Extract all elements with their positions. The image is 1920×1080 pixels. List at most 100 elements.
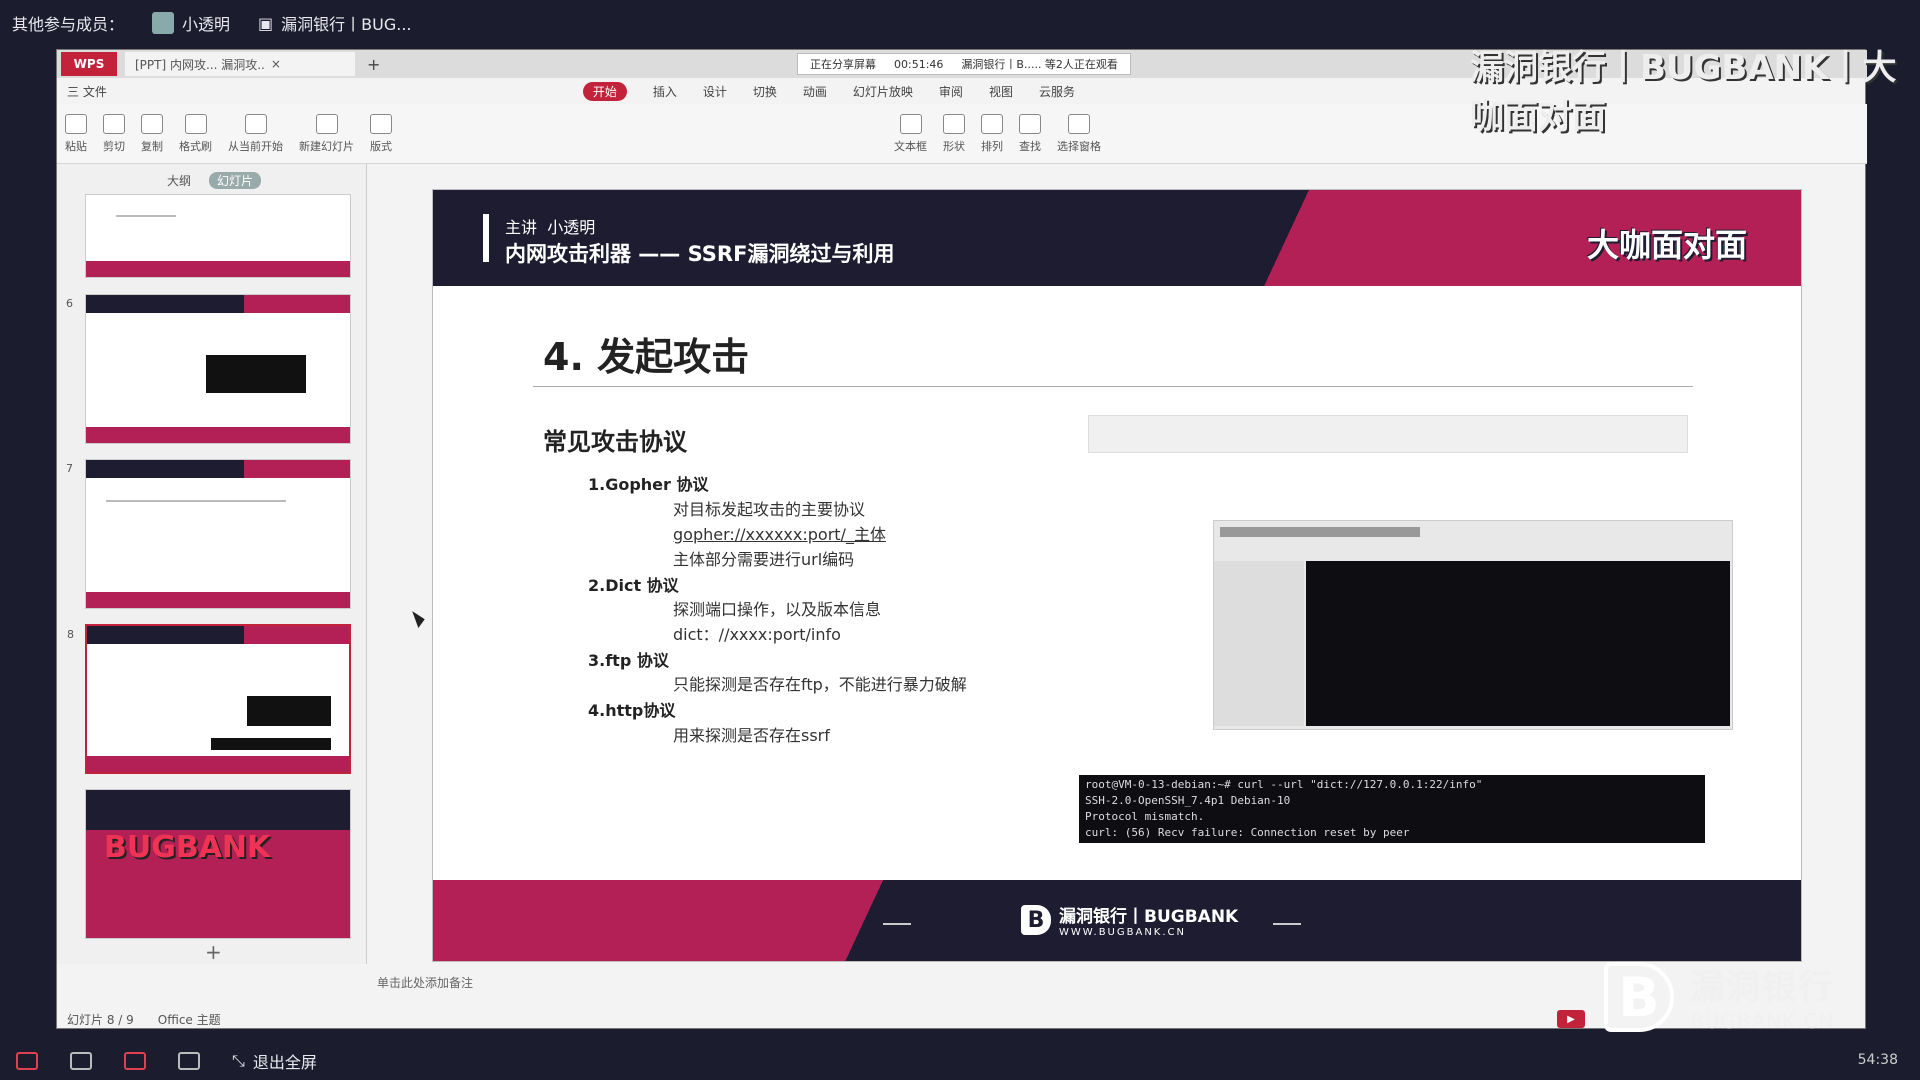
screen-share-icon: ▣ bbox=[258, 13, 274, 33]
cut-icon bbox=[103, 113, 125, 134]
new-slide-icon bbox=[315, 113, 338, 134]
footer-dash bbox=[1273, 923, 1301, 925]
protocol-heading: 3.ftp 协议 bbox=[588, 651, 669, 670]
avatar bbox=[152, 12, 175, 34]
selection-pane-button[interactable]: 选择窗格 bbox=[1057, 113, 1101, 154]
participants-label: 其他参与成员： bbox=[12, 15, 125, 34]
terminal-output: root@VM-0-13-debian:~# curl --url "dict:… bbox=[1079, 775, 1705, 843]
bugbank-logo-icon: B bbox=[1021, 905, 1051, 935]
thumb-footer bbox=[87, 756, 349, 772]
textbox-button[interactable]: 文本框 bbox=[894, 113, 927, 154]
wps-window: WPS [PPT] 内网攻... 漏洞攻.. × + 正在分享屏幕 00:51:… bbox=[56, 49, 1867, 1030]
protocol-heading: 4.http协议 bbox=[588, 701, 676, 720]
menu-transition[interactable]: 切换 bbox=[753, 83, 777, 100]
slide-canvas[interactable]: 主讲 小透明 内网攻击利器 —— SSRF漏洞绕过与利用 大咖面对面 4. 发起… bbox=[432, 189, 1802, 962]
menu-insert[interactable]: 插入 bbox=[653, 83, 677, 100]
new-tab-icon[interactable]: + bbox=[367, 55, 380, 74]
share-time: 00:51:46 bbox=[894, 57, 944, 71]
sharing-status: 正在分享屏幕 bbox=[810, 58, 876, 71]
protocol-desc: 用来探测是否存在ssrf bbox=[673, 726, 830, 745]
tab-slides[interactable]: 幻灯片 bbox=[209, 172, 262, 189]
document-tab[interactable]: [PPT] 内网攻... 漏洞攻.. × bbox=[125, 52, 355, 76]
play-from-current-button[interactable]: 从当前开始 bbox=[228, 113, 283, 154]
shared-window-item[interactable]: ▣ 漏洞银行丨BUG... bbox=[258, 11, 411, 35]
footer-logo: B 漏洞银行丨BUGBANK WWW.BUGBANK.CN bbox=[1021, 902, 1238, 938]
menu-home[interactable]: 开始 bbox=[582, 81, 627, 101]
mic-muted-icon[interactable] bbox=[16, 1052, 38, 1070]
brand-logo: 大咖面对面 bbox=[1586, 226, 1747, 264]
new-slide-button[interactable]: 新建幻灯片 bbox=[299, 113, 354, 154]
arrange-label: 排列 bbox=[981, 139, 1003, 153]
paste-icon bbox=[65, 113, 87, 134]
add-slide-icon[interactable]: + bbox=[205, 940, 222, 964]
find-button[interactable]: 查找 bbox=[1019, 113, 1041, 154]
slide-thumbnail[interactable] bbox=[85, 194, 351, 278]
menu-slideshow[interactable]: 幻灯片放映 bbox=[853, 83, 913, 100]
slide-counter: 幻灯片 8 / 9 bbox=[67, 1012, 134, 1027]
tab-outline[interactable]: 大纲 bbox=[167, 172, 191, 189]
participant-item[interactable]: 小透明 bbox=[152, 11, 230, 35]
status-bar: 幻灯片 8 / 9 Office 主题 bbox=[57, 1008, 1867, 1030]
thumb-number: 8 bbox=[67, 628, 74, 641]
close-icon[interactable]: × bbox=[271, 57, 281, 71]
watermark-bottom: 漏洞银行 BUGBANK.CN bbox=[1690, 960, 1835, 1033]
exit-fullscreen-button[interactable]: ⤡ 退出全屏 bbox=[232, 1049, 317, 1073]
thumb-image bbox=[247, 696, 331, 726]
menu-cloud[interactable]: 云服务 bbox=[1039, 83, 1075, 100]
thumb-line bbox=[116, 215, 176, 217]
copy-button[interactable]: 复制 bbox=[141, 113, 163, 154]
play-slideshow-button[interactable]: ▶ bbox=[1557, 1010, 1585, 1028]
speaker-icon[interactable] bbox=[70, 1052, 92, 1070]
doc-tab-title: [PPT] 内网攻... 漏洞攻.. bbox=[135, 57, 265, 72]
paste-button[interactable]: 粘贴 bbox=[65, 113, 87, 154]
shape-button[interactable]: 形状 bbox=[943, 113, 965, 154]
menu-animation[interactable]: 动画 bbox=[803, 83, 827, 100]
share-screen-icon[interactable] bbox=[178, 1052, 200, 1070]
protocol-desc: gopher://xxxxxx:port/_主体 bbox=[673, 525, 886, 544]
slide-thumbnail[interactable]: 6 bbox=[66, 294, 351, 444]
textbox-icon bbox=[899, 113, 922, 134]
paste-label: 粘贴 bbox=[65, 139, 87, 153]
copy-label: 复制 bbox=[141, 139, 163, 153]
selection-pane-label: 选择窗格 bbox=[1057, 139, 1101, 153]
protocol-desc: 探测端口操作，以及版本信息 bbox=[673, 600, 882, 619]
layout-button[interactable]: 版式 bbox=[370, 113, 392, 154]
meeting-bottom-bar: ⤡ 退出全屏 54:38 bbox=[0, 1042, 1920, 1080]
notes-field[interactable]: 单击此处添加备注 bbox=[377, 974, 473, 991]
menu-design[interactable]: 设计 bbox=[703, 83, 727, 100]
menu-view[interactable]: 视图 bbox=[989, 83, 1013, 100]
thumb-header-accent bbox=[244, 626, 349, 644]
thumb-footer bbox=[86, 427, 350, 443]
thumb-brand: BUGBANK bbox=[104, 830, 271, 865]
wps-app-tab[interactable]: WPS bbox=[61, 52, 117, 76]
slide-title: 4. 发起攻击 bbox=[543, 335, 750, 379]
watermark-top: 漏洞银行丨BUGBANK丨大咖面对面 bbox=[1470, 48, 1897, 137]
screenshot-image bbox=[1088, 415, 1688, 453]
shape-label: 形状 bbox=[943, 139, 965, 153]
slide-thumbnail-selected[interactable]: 8 bbox=[67, 624, 351, 774]
protocol-desc: 主体部分需要进行url编码 bbox=[673, 550, 855, 569]
brush-icon bbox=[184, 113, 207, 134]
layout-icon bbox=[370, 113, 392, 134]
watermark-name: 漏洞银行 bbox=[1690, 968, 1834, 1008]
panel-tabs: 大纲 幻灯片 bbox=[167, 172, 262, 189]
format-painter-button[interactable]: 格式刷 bbox=[179, 113, 212, 154]
format-painter-label: 格式刷 bbox=[179, 139, 212, 153]
camera-off-icon[interactable] bbox=[124, 1052, 146, 1070]
elapsed-time: 54:38 bbox=[1857, 1052, 1898, 1068]
menu-review[interactable]: 审阅 bbox=[939, 83, 963, 100]
bugbank-watermark-icon: B bbox=[1604, 962, 1674, 1032]
slide-thumbnail[interactable]: 7 bbox=[66, 459, 351, 609]
textbox-label: 文本框 bbox=[894, 139, 927, 153]
terminal-screenshot bbox=[1213, 520, 1733, 730]
search-icon bbox=[1019, 113, 1041, 134]
footer-name: 漏洞银行丨BUGBANK bbox=[1059, 907, 1239, 927]
arrange-button[interactable]: 排列 bbox=[981, 113, 1003, 154]
cut-button[interactable]: 剪切 bbox=[103, 113, 125, 154]
lecturer-name: 小透明 bbox=[547, 218, 596, 237]
protocol-heading: 2.Dict 协议 bbox=[588, 576, 679, 595]
share-room: 漏洞银行丨B..... 等2人正在观看 bbox=[961, 58, 1118, 71]
slide-thumbnail[interactable]: 9 BUGBANK bbox=[85, 789, 351, 939]
theme-name: Office 主题 bbox=[157, 1012, 221, 1027]
file-menu[interactable]: 三 文件 bbox=[67, 83, 107, 100]
